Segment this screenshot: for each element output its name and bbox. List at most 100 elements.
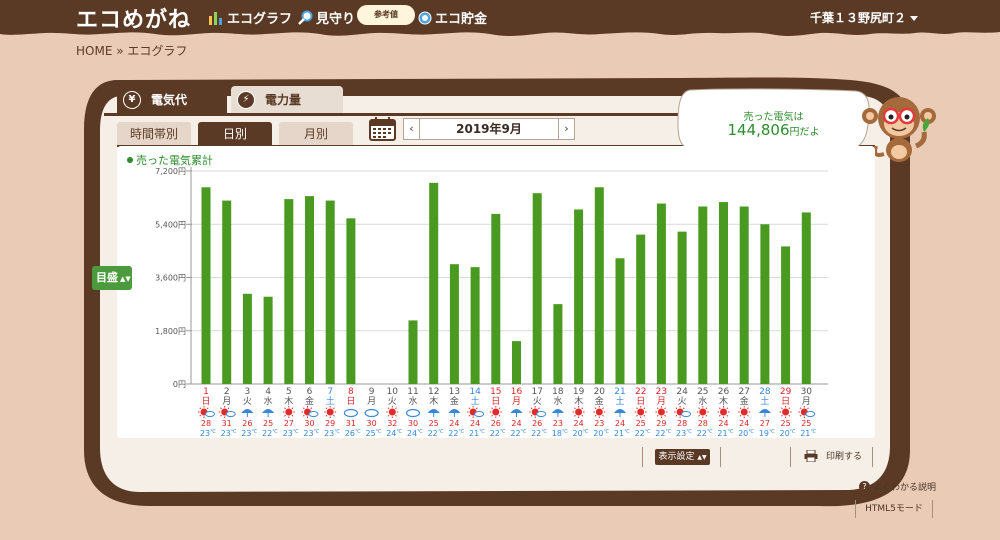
help-label: よくわかる説明	[873, 483, 937, 493]
tab-electricity-cost[interactable]: ¥ 電気代	[117, 86, 227, 113]
nav-watch[interactable]: 見守り	[297, 8, 355, 27]
x-weekday-label: 金	[305, 395, 314, 407]
x-weekday-label: 水	[264, 395, 273, 407]
x-day-label: 16	[511, 387, 523, 397]
sun-icon	[657, 408, 665, 416]
x-weekday-label: 月	[802, 396, 811, 407]
chart-bar[interactable]	[532, 193, 542, 384]
x-weekday-label: 火	[243, 396, 252, 407]
x-day-label: 22	[635, 387, 646, 397]
x-day-label: 11	[407, 387, 418, 397]
calendar-icon[interactable]	[369, 117, 396, 141]
sun-icon	[699, 408, 707, 416]
temp-unit-label: ℃	[769, 429, 775, 435]
x-weekday-label: 日	[346, 396, 355, 407]
chart-bar[interactable]	[677, 231, 687, 384]
nav-watch-label: 見守り	[316, 12, 356, 27]
high-temp-label: 24	[470, 419, 480, 428]
x-day-label: 18	[552, 387, 564, 397]
nav-eco-graph[interactable]: エコグラフ	[208, 8, 292, 27]
chart-bar[interactable]	[719, 202, 728, 384]
x-weekday-label: 水	[698, 395, 707, 407]
display-settings-button[interactable]: 表示設定 ▲▼	[655, 449, 710, 465]
temp-unit-label: ℃	[790, 429, 796, 435]
chart-bar[interactable]	[801, 212, 811, 384]
low-temp-label: 22	[531, 429, 541, 438]
nav-eco-savings[interactable]: エコ貯金	[418, 8, 487, 27]
chart-bar[interactable]	[222, 200, 232, 384]
temp-unit-label: ℃	[210, 429, 216, 435]
low-temp-label: 22	[697, 429, 707, 438]
x-weekday-label: 水	[553, 395, 562, 407]
chart-bar[interactable]	[449, 264, 459, 384]
print-button[interactable]: 印刷する	[804, 449, 862, 462]
chart-bar[interactable]	[739, 206, 749, 385]
high-temp-label: 30	[304, 419, 314, 428]
chart-bar[interactable]	[781, 246, 791, 384]
chart-bar[interactable]	[346, 218, 356, 384]
scale-select-button[interactable]: 目盛 ▲▼	[92, 266, 132, 290]
x-day-label: 5	[286, 387, 292, 397]
app-logo[interactable]: エコめがね	[76, 2, 191, 34]
chart-bar[interactable]	[325, 200, 335, 384]
low-temp-label: 22	[510, 429, 520, 438]
sun-icon	[595, 408, 603, 416]
y-tick-label: 3,600円	[155, 274, 186, 283]
x-weekday-label: 日	[491, 396, 500, 407]
chart-bar[interactable]	[470, 267, 480, 384]
tab-daily[interactable]: 日別	[198, 122, 272, 146]
html5-mode-link[interactable]: HTML5モード	[855, 500, 933, 518]
help-link[interactable]: ? よくわかる説明	[859, 480, 936, 493]
tab-electricity-cost-label: 電気代	[151, 93, 188, 107]
user-menu[interactable]: 千葉１３野尻町２	[810, 9, 918, 26]
tab-monthly[interactable]: 月別	[279, 122, 353, 146]
low-temp-label: 19	[759, 429, 769, 438]
prev-month-button[interactable]: ‹	[404, 119, 420, 139]
chart-bar[interactable]	[760, 224, 770, 384]
x-weekday-label: 金	[740, 395, 749, 407]
x-weekday-label: 火	[678, 396, 687, 407]
x-day-label: 27	[738, 387, 749, 397]
cloud-icon	[343, 408, 358, 418]
temp-unit-label: ℃	[728, 429, 734, 435]
chart-bar[interactable]	[636, 234, 646, 384]
chart-bar[interactable]	[574, 209, 584, 384]
x-weekday-label: 火	[533, 396, 542, 407]
tab-power-amount[interactable]: ⚡ 電力量	[231, 86, 343, 113]
month-navigator: ‹ 2019年9月 ›	[403, 118, 575, 140]
chart-bar[interactable]	[284, 199, 294, 384]
lightning-icon: ⚡	[237, 90, 255, 109]
chart-bar[interactable]	[594, 187, 604, 384]
temp-unit-label: ℃	[603, 429, 609, 435]
chart-bar[interactable]	[491, 213, 501, 384]
breadcrumb: HOME » エコグラフ	[76, 44, 188, 58]
cloud-icon	[681, 411, 692, 417]
sun-icon	[637, 408, 645, 416]
nav-eco-savings-label: エコ貯金	[435, 12, 488, 27]
temp-unit-label: ℃	[314, 429, 320, 435]
tab-hourly[interactable]: 時間帯別	[117, 122, 191, 146]
chart-bar[interactable]	[408, 320, 418, 384]
coin-icon	[418, 11, 432, 24]
scale-select-label: 目盛	[96, 271, 118, 284]
chart-bar[interactable]	[553, 304, 563, 384]
chart-bar[interactable]	[656, 203, 666, 384]
x-day-label: 6	[307, 387, 313, 397]
chart-bar[interactable]	[242, 293, 252, 384]
chart-bar[interactable]	[698, 206, 708, 385]
cloud-icon	[474, 411, 485, 417]
x-weekday-label: 月	[367, 396, 376, 407]
chart-bar[interactable]	[512, 341, 521, 384]
chart-bar[interactable]	[263, 296, 273, 384]
x-weekday-label: 木	[719, 395, 728, 407]
caret-down-icon	[910, 16, 918, 21]
next-month-button[interactable]: ›	[558, 119, 574, 139]
temp-unit-label: ℃	[293, 429, 299, 435]
chart-bar[interactable]	[201, 187, 211, 384]
chart-bar[interactable]	[429, 182, 439, 384]
temp-unit-label: ℃	[666, 429, 672, 435]
chart-bar[interactable]	[305, 196, 314, 384]
x-day-label: 23	[656, 387, 667, 397]
low-temp-label: 25	[366, 429, 376, 438]
chart-bar[interactable]	[615, 258, 625, 384]
